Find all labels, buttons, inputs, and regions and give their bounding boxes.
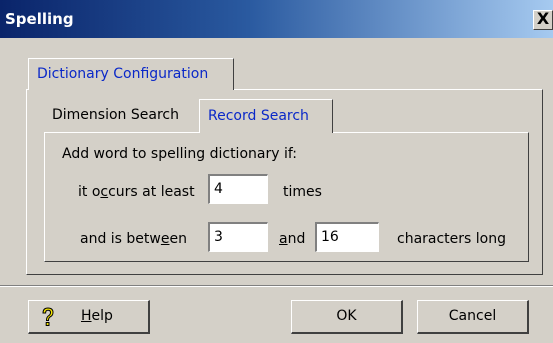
close-icon: X [536,9,550,28]
help-button-label: Help [81,308,113,324]
max-length-input[interactable]: 16 [315,222,379,252]
spelling-heading: Add word to spelling dictionary if: [62,146,297,162]
min-length-input[interactable]: 3 [208,222,268,252]
tab-record-search-label: Record Search [208,108,309,124]
times-label: times [283,184,322,200]
characters-long-label: characters long [397,231,506,247]
window-title: Spelling [5,10,74,28]
close-button[interactable]: X [533,10,553,30]
tab-dictionary-configuration[interactable]: Dictionary Configuration [28,58,234,90]
ok-button[interactable]: OK [291,300,403,334]
and-label: and [279,231,306,247]
between-label: and is between [80,231,187,247]
question-mark-icon [42,307,54,326]
help-button[interactable]: Help [28,300,150,334]
spelling-dialog: Spelling X Dictionary Configuration Dime… [0,0,553,343]
tab-record-search[interactable]: Record Search [199,99,333,133]
occurs-label: it occurs at least [78,184,195,200]
tab-dictionary-configuration-label: Dictionary Configuration [37,66,209,82]
occurs-at-least-input[interactable]: 4 [208,174,268,204]
tab-dimension-search[interactable]: Dimension Search [44,101,199,131]
cancel-button[interactable]: Cancel [417,300,529,334]
tab-dimension-search-label: Dimension Search [52,107,179,123]
button-divider [0,285,553,287]
title-bar[interactable]: Spelling X [0,0,553,38]
